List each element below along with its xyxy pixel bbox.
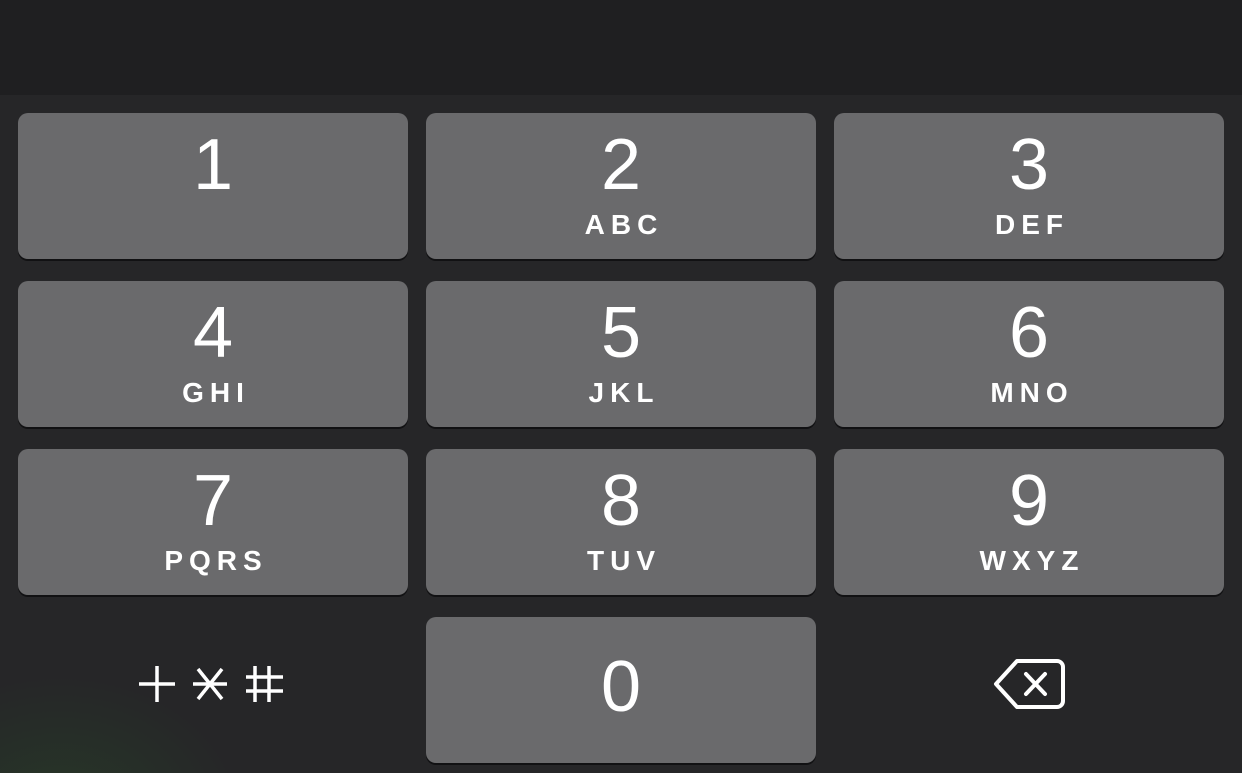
key-letters: WXYZ bbox=[979, 545, 1085, 576]
key-letters: PQRS bbox=[164, 545, 268, 576]
backspace-icon bbox=[994, 659, 1065, 709]
key-digit: 4 bbox=[192, 293, 234, 373]
plus-asterisk-hash-icon bbox=[139, 666, 283, 702]
symbols-key[interactable] bbox=[18, 611, 408, 757]
key-digit: 2 bbox=[600, 125, 642, 205]
key-4[interactable]: 4 GHI bbox=[18, 281, 408, 427]
key-letters: ABC bbox=[584, 209, 664, 240]
key-letters: MNO bbox=[990, 377, 1074, 408]
key-6[interactable]: 6 MNO bbox=[834, 281, 1224, 427]
key-digit: 0 bbox=[600, 647, 642, 727]
key-7[interactable]: 7 PQRS bbox=[18, 449, 408, 595]
key-digit: 6 bbox=[1008, 293, 1050, 373]
key-9[interactable]: 9 WXYZ bbox=[834, 449, 1224, 595]
top-bar bbox=[0, 0, 1242, 95]
key-1[interactable]: 1 bbox=[18, 113, 408, 259]
key-3[interactable]: 3 DEF bbox=[834, 113, 1224, 259]
key-digit: 5 bbox=[600, 293, 642, 373]
numeric-keypad: 1 2 ABC 3 DEF 4 GHI 5 JKL 6 MNO 7 PQRS 8… bbox=[0, 95, 1242, 773]
key-letters: DEF bbox=[995, 209, 1069, 240]
key-digit: 8 bbox=[600, 461, 642, 541]
key-digit: 7 bbox=[192, 461, 234, 541]
key-letters: TUV bbox=[587, 545, 661, 576]
key-digit: 9 bbox=[1008, 461, 1050, 541]
key-digit: 3 bbox=[1008, 125, 1050, 205]
key-8[interactable]: 8 TUV bbox=[426, 449, 816, 595]
key-letters: GHI bbox=[182, 377, 250, 408]
delete-key[interactable] bbox=[834, 611, 1224, 757]
key-letters: JKL bbox=[588, 377, 660, 408]
key-5[interactable]: 5 JKL bbox=[426, 281, 816, 427]
key-digit: 1 bbox=[192, 125, 234, 205]
key-0[interactable]: 0 bbox=[426, 617, 816, 763]
key-2[interactable]: 2 ABC bbox=[426, 113, 816, 259]
